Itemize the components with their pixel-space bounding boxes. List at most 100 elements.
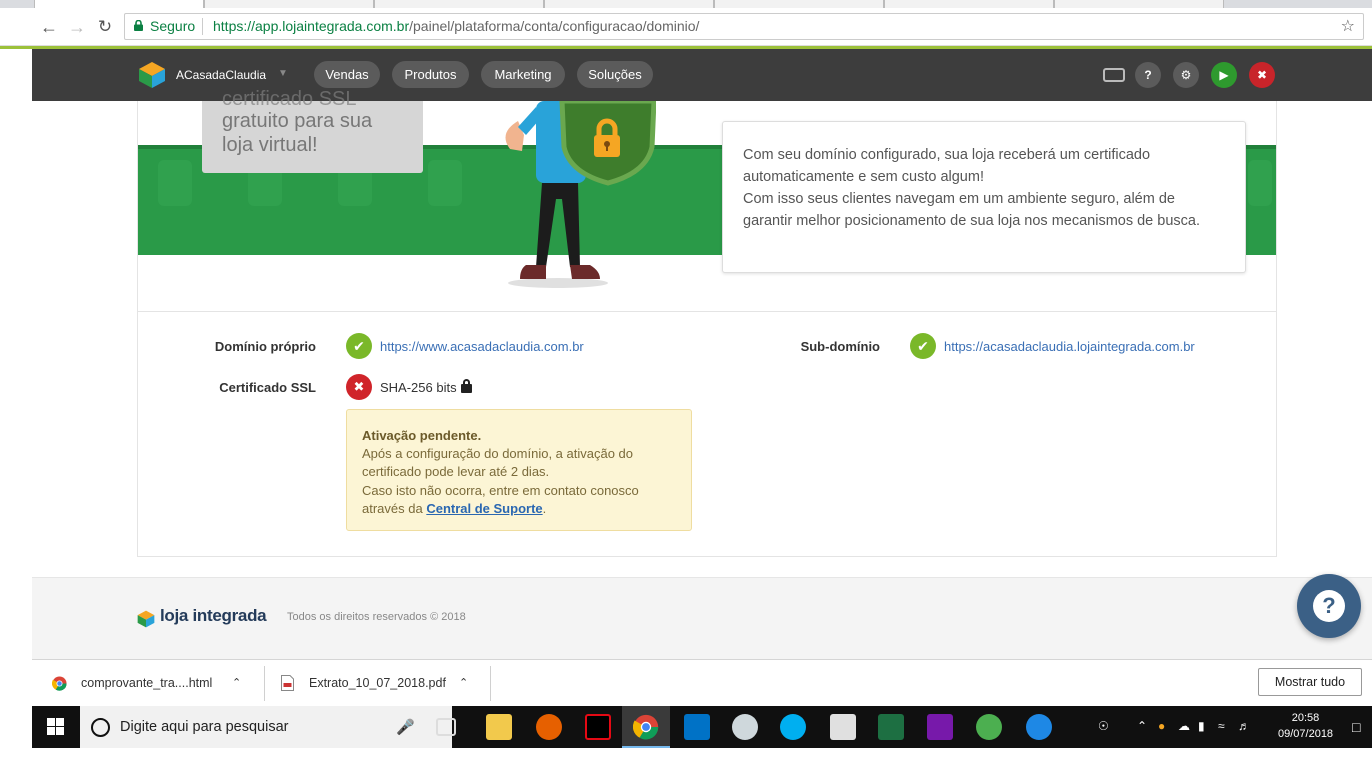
cortana-icon [91, 718, 110, 737]
show-all-downloads-button[interactable]: Mostrar tudo [1258, 668, 1362, 696]
ssl-promo-title-text: gratuito para sua loja virtual! [222, 110, 373, 156]
nav-marketing[interactable]: Marketing [481, 61, 565, 88]
browser-tab[interactable] [374, 0, 544, 8]
taskbar-search-box[interactable]: Digite aqui para pesquisar 🎤 [80, 706, 452, 748]
store-name[interactable]: ACasadaClaudia [176, 68, 266, 82]
netflix-icon[interactable] [585, 714, 611, 740]
onenote-icon[interactable] [927, 714, 953, 740]
alert-line-1: Após a configuração do domínio, a ativaç… [362, 446, 634, 480]
download-separator [490, 666, 491, 701]
skype-icon[interactable] [780, 714, 806, 740]
own-domain-link[interactable]: https://www.acasadaclaudia.com.br [380, 339, 584, 354]
secure-label: Seguro [150, 18, 196, 34]
people-icon[interactable]: ☉ [1098, 719, 1109, 733]
file-explorer-icon[interactable] [486, 714, 512, 740]
wifi-icon[interactable]: ≈ [1218, 719, 1225, 733]
settings-button[interactable]: ⚙ [1173, 62, 1199, 88]
system-clock[interactable]: 20:58 09/07/2018 [1278, 710, 1333, 742]
store-cube-icon [139, 62, 165, 88]
nav-produtos[interactable]: Produtos [392, 61, 469, 88]
windows-start-icon[interactable] [47, 718, 65, 736]
excel-icon[interactable] [878, 714, 904, 740]
ssl-info-text-1: Com seu domínio configurado, sua loja re… [743, 147, 1151, 185]
bookmark-star-icon[interactable]: ☆ [1341, 14, 1355, 39]
calculator-icon[interactable] [830, 714, 856, 740]
person-with-shield-illustration [505, 101, 656, 288]
floating-help-button[interactable]: ? [1297, 574, 1361, 638]
pending-activation-alert: Ativação pendente. Após a configuração d… [346, 409, 692, 531]
screen: ← → ↻ Seguro https://app.lojaintegrada.c… [0, 0, 1372, 768]
microphone-icon[interactable]: 🎤 [396, 718, 415, 736]
reload-icon[interactable]: ↻ [94, 16, 116, 38]
outlook-icon[interactable] [684, 714, 710, 740]
check-icon: ✔ [346, 333, 372, 359]
footer-logo-text: loja integrada [160, 606, 267, 625]
subdomain-link[interactable]: https://acasadaclaudia.lojaintegrada.com… [944, 339, 1195, 354]
alert-end: . [542, 500, 547, 516]
volume-icon[interactable]: ♬ [1238, 719, 1250, 733]
browser-tab[interactable] [1054, 0, 1224, 8]
ssl-promo-title-cut: certificado SSL [222, 88, 357, 110]
tray-app-icon[interactable]: ● [1158, 719, 1165, 733]
paint-icon[interactable] [732, 714, 758, 740]
support-center-link[interactable]: Central de Suporte [426, 501, 542, 516]
clock-date: 09/07/2018 [1278, 728, 1334, 740]
browser-tab[interactable] [714, 0, 884, 8]
task-view-icon[interactable] [436, 718, 456, 736]
nav-solucoes[interactable]: Soluções [577, 61, 653, 88]
browser-tab-strip [0, 0, 1372, 9]
check-icon: ✔ [910, 333, 936, 359]
own-domain-label: Domínio próprio [214, 339, 316, 354]
help-button[interactable]: ? [1135, 62, 1161, 88]
monitor-icon[interactable] [1103, 68, 1125, 82]
browser-tab[interactable] [884, 0, 1054, 8]
battery-icon[interactable]: ▮ [1198, 719, 1205, 733]
omnibox-separator [202, 18, 203, 35]
url-host: https://app.lojaintegrada.com.br [213, 18, 410, 34]
download-item-2[interactable]: Extrato_10_07_2018.pdf [309, 660, 446, 707]
chrome-icon[interactable] [633, 714, 659, 740]
chevron-up-icon[interactable]: ⌃ [1137, 719, 1147, 733]
forward-arrow-icon[interactable]: → [66, 16, 88, 38]
play-button[interactable]: ▶ [1211, 62, 1237, 88]
ssl-label: Certificado SSL [219, 380, 316, 395]
close-icon: ✖ [1256, 68, 1268, 82]
edge-icon[interactable] [1026, 714, 1052, 740]
download-item-1[interactable]: comprovante_tra....html [81, 660, 212, 707]
url-text: https://app.lojaintegrada.com.br/painel/… [213, 14, 699, 39]
back-arrow-icon[interactable]: ← [38, 16, 60, 38]
lock-icon [134, 20, 143, 31]
padlock-icon [461, 379, 472, 393]
download-separator [264, 666, 265, 701]
cloud-icon[interactable]: ☁ [1178, 719, 1190, 733]
ssl-value: SHA-256 bits [380, 380, 457, 395]
browser-tab[interactable] [204, 0, 374, 8]
close-button[interactable]: ✖ [1249, 62, 1275, 88]
ssl-promo-title: certificado SSL gratuito para sua loja v… [202, 88, 423, 173]
app-icon[interactable] [976, 714, 1002, 740]
lock-pattern-icon [158, 160, 192, 206]
search-placeholder: Digite aqui para pesquisar [120, 719, 289, 735]
chevron-up-icon[interactable]: ⌃ [459, 660, 468, 707]
gear-icon: ⚙ [1180, 68, 1192, 82]
subdomain-label: Sub-domínio [800, 339, 880, 354]
clock-time: 20:58 [1291, 712, 1320, 724]
pdf-file-icon [281, 675, 294, 691]
browser-tab[interactable] [544, 0, 714, 8]
windows-taskbar: Digite aqui para pesquisar 🎤 ☉ ⌃ ● ☁ ▮ ≈… [32, 706, 1372, 748]
notification-icon[interactable]: □ [1352, 719, 1360, 735]
ssl-info-box: Com seu domínio configurado, sua loja re… [722, 121, 1246, 273]
error-x-icon: ✖ [346, 374, 372, 400]
play-icon: ▶ [1219, 68, 1229, 82]
chevron-down-icon[interactable]: ▼ [278, 68, 288, 79]
screen-bottom-edge [0, 748, 1372, 768]
question-icon: ? [1144, 68, 1152, 82]
downloads-bar: comprovante_tra....html ⌃ Extrato_10_07_… [32, 659, 1372, 706]
address-bar[interactable]: Seguro https://app.lojaintegrada.com.br/… [124, 13, 1364, 40]
nav-vendas[interactable]: Vendas [314, 61, 380, 88]
chrome-file-icon [52, 676, 67, 691]
section-divider [138, 311, 1276, 312]
firefox-icon[interactable] [536, 714, 562, 740]
page-footer: loja integrada Todos os direitos reserva… [32, 577, 1372, 659]
chevron-up-icon[interactable]: ⌃ [232, 660, 241, 707]
